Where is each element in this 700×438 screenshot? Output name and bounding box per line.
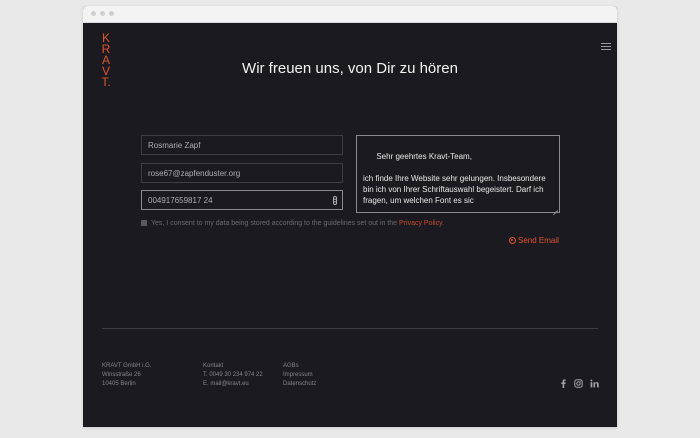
footer-contact: Kontakt T. 0049 30 234 974 22 E. mail@kr…	[203, 362, 263, 389]
window-minimize-dot[interactable]	[100, 11, 105, 16]
footer-company: KRAVT GmbH i.G. Winsstraße 26 10405 Berl…	[102, 362, 151, 389]
footer-phone[interactable]: T. 0049 30 234 974 22	[203, 371, 263, 380]
footer-contact-heading: Kontakt	[203, 363, 224, 369]
window-close-dot[interactable]	[91, 11, 96, 16]
footer-link-agbs[interactable]: AGBs	[283, 362, 316, 371]
footer-street: Winsstraße 26	[102, 372, 141, 378]
contact-page: K R A V T. Wir freuen uns, von Dir zu hö…	[83, 23, 617, 427]
resize-handle-icon[interactable]	[553, 206, 558, 216]
send-email-button[interactable]: Send Email	[509, 235, 559, 247]
linkedin-icon[interactable]	[590, 379, 599, 388]
number-stepper-icon[interactable]	[333, 196, 337, 205]
footer-email[interactable]: E. mail@kravt.eu	[203, 380, 263, 389]
consent-row: Yes, I consent to my data being stored a…	[141, 219, 444, 229]
consent-end: .	[442, 220, 445, 227]
footer-company-name: KRAVT GmbH i.G.	[102, 363, 152, 369]
privacy-policy-link[interactable]: Privacy Policy	[399, 220, 442, 227]
facebook-icon[interactable]	[559, 379, 568, 388]
logo-letter: T.	[101, 75, 111, 89]
message-textarea[interactable]: Sehr geehrtes Kravt-Team, ich finde Ihre…	[356, 135, 560, 216]
consent-text: Yes, I consent to my data being stored a…	[151, 220, 400, 227]
hamburger-icon[interactable]	[601, 43, 611, 51]
footer-link-datenschutz[interactable]: Datenschutz	[283, 380, 316, 389]
footer-legal: AGBs Impressum Datenschutz	[283, 362, 316, 389]
instagram-icon[interactable]	[574, 379, 583, 388]
browser-window: K R A V T. Wir freuen uns, von Dir zu hö…	[83, 6, 617, 427]
email-input[interactable]: rose67@zapfenduster.org	[141, 163, 343, 183]
consent-checkbox[interactable]	[141, 220, 147, 227]
arrow-circle-icon	[509, 237, 516, 245]
email-input-value: rose67@zapfenduster.org	[148, 169, 241, 178]
browser-titlebar	[83, 6, 617, 23]
page-title: Wir freuen uns, von Dir zu hören	[242, 60, 458, 77]
footer-divider	[102, 328, 598, 329]
send-email-label: Send Email	[518, 236, 559, 245]
phone-input-value: 004917659817 24	[148, 196, 213, 205]
name-input-value: Rosmarie Zapf	[148, 141, 201, 150]
phone-input[interactable]: 004917659817 24	[141, 190, 343, 210]
message-text: Sehr geehrtes Kravt-Team, ich finde Ihre…	[363, 152, 546, 205]
footer-link-impressum[interactable]: Impressum	[283, 371, 316, 380]
footer-city: 10405 Berlin	[102, 381, 136, 387]
name-input[interactable]: Rosmarie Zapf	[141, 135, 343, 155]
window-maximize-dot[interactable]	[109, 11, 114, 16]
